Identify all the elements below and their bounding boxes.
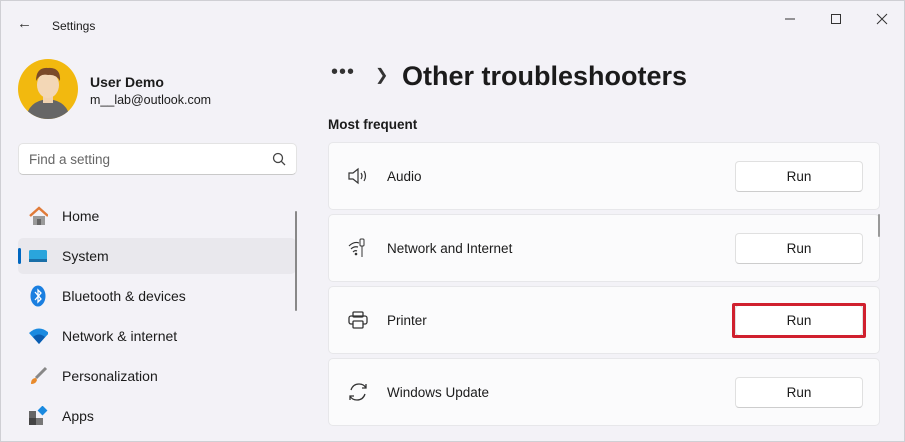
sidebar-scrollbar[interactable] [295, 211, 297, 311]
sidebar-item-system[interactable]: System [18, 238, 296, 274]
network-icon [347, 238, 369, 258]
run-network-button[interactable]: Run [735, 232, 863, 264]
troubleshooter-printer: Printer Run [328, 286, 880, 354]
speaker-icon [347, 167, 369, 185]
sidebar-item-label: Bluetooth & devices [62, 288, 186, 304]
avatar[interactable] [18, 59, 78, 119]
search-icon[interactable] [272, 152, 286, 166]
run-windows-update-button[interactable]: Run [735, 376, 863, 408]
sidebar-item-personalization[interactable]: Personalization [18, 358, 296, 394]
bluetooth-icon [28, 285, 48, 307]
search-input[interactable] [29, 151, 249, 167]
sidebar-item-label: Network & internet [62, 328, 178, 344]
sidebar-item-label: Apps [62, 408, 94, 424]
sidebar-item-apps[interactable]: Apps [18, 398, 296, 434]
back-button[interactable]: ← [17, 15, 32, 32]
maximize-button[interactable] [821, 7, 851, 31]
sidebar-item-home[interactable]: Home [18, 198, 296, 234]
item-label: Audio [387, 168, 422, 184]
wifi-icon [28, 326, 48, 346]
minimize-button[interactable] [775, 7, 805, 31]
printer-icon [347, 311, 369, 329]
run-printer-button[interactable]: Run [735, 304, 863, 336]
home-icon [28, 206, 48, 226]
item-label: Network and Internet [387, 240, 513, 256]
user-avatar-icon [26, 67, 70, 119]
close-button[interactable] [867, 7, 897, 31]
troubleshooter-windows-update: Windows Update Run [328, 358, 880, 426]
chevron-right-icon: ❯ [375, 67, 389, 84]
sidebar-item-label: System [62, 248, 109, 264]
run-audio-button[interactable]: Run [735, 160, 863, 192]
search-box[interactable] [18, 143, 297, 175]
selection-indicator [18, 248, 21, 264]
sidebar-item-label: Personalization [62, 368, 158, 384]
sidebar-item-network[interactable]: Network & internet [18, 318, 296, 354]
window-title: Settings [52, 19, 96, 33]
troubleshooter-audio: Audio Run [328, 142, 880, 210]
page-title: Other troubleshooters [402, 61, 688, 91]
system-icon [28, 246, 48, 266]
sidebar-item-label: Home [62, 208, 100, 224]
item-label: Windows Update [387, 384, 490, 400]
sync-icon [347, 382, 369, 402]
user-name: User Demo [90, 74, 164, 90]
brush-icon [28, 366, 48, 386]
user-email: m__lab@outlook.com [90, 93, 212, 107]
troubleshooter-network: Network and Internet Run [328, 214, 880, 282]
sidebar-item-bluetooth[interactable]: Bluetooth & devices [18, 278, 296, 314]
apps-icon [28, 406, 48, 426]
section-heading: Most frequent [328, 117, 418, 132]
main-scrollbar[interactable] [878, 214, 880, 237]
breadcrumb-more-button[interactable]: ••• [331, 61, 355, 84]
item-label: Printer [387, 312, 427, 328]
